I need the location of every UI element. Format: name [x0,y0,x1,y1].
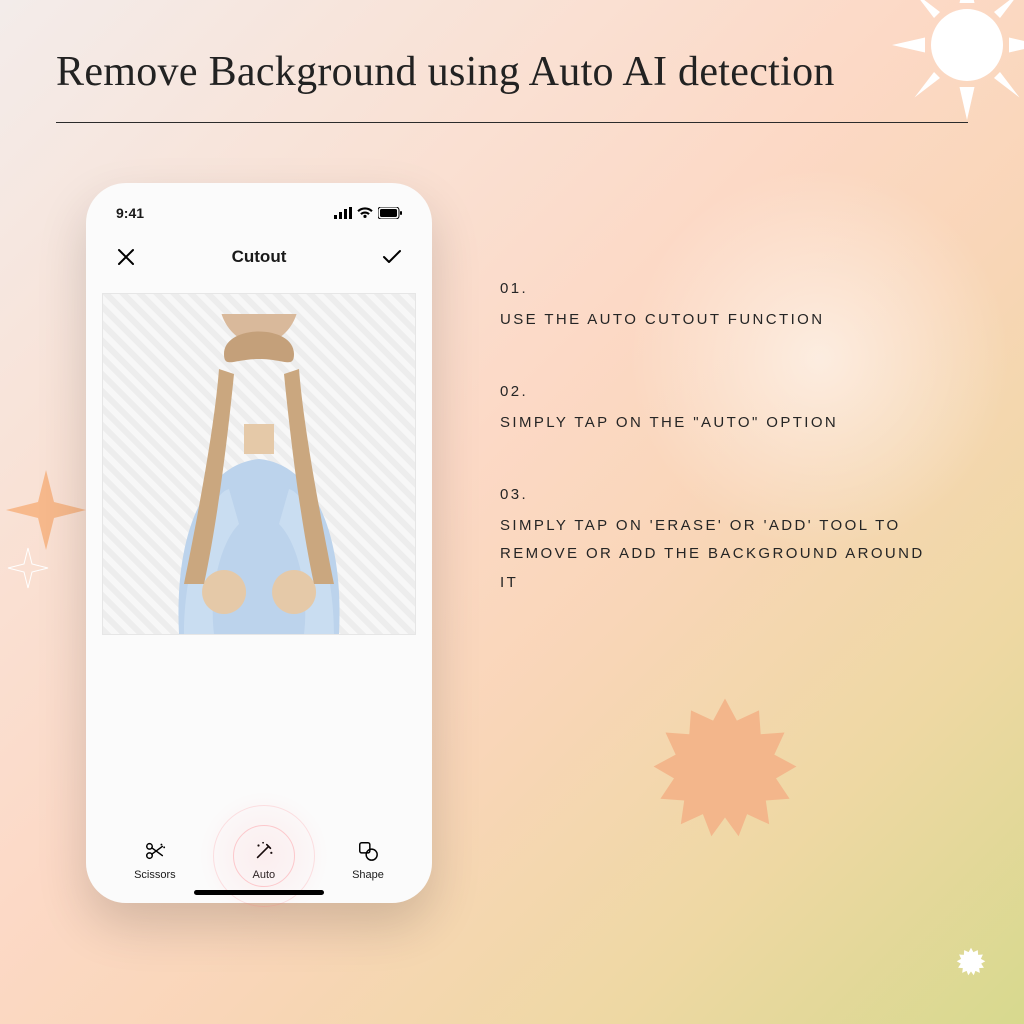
tool-label: Scissors [134,869,176,881]
status-indicators [334,207,402,219]
cellular-icon [334,207,352,219]
tool-auto[interactable]: Auto [252,839,276,881]
step-number: 02. [500,378,940,407]
step-item: 02. SIMPLY TAP ON THE "AUTO" OPTION [500,378,940,437]
app-topbar: Cutout [100,237,418,293]
steps-list: 01. USE THE AUTO CUTOUT FUNCTION 02. SIM… [500,275,940,641]
step-text: SIMPLY TAP ON THE "AUTO" OPTION [500,414,838,431]
bottom-toolbar: Scissors Auto Shape [86,839,432,881]
tutorial-card: Remove Background using Auto AI detectio… [0,0,1024,1024]
wifi-icon [357,207,373,219]
step-number: 03. [500,481,940,510]
status-bar: 9:41 [100,205,418,237]
step-number: 01. [500,275,940,304]
step-text: SIMPLY TAP ON 'ERASE' OR 'ADD' TOOL TO R… [500,517,925,591]
magic-wand-icon [252,839,276,863]
step-item: 01. USE THE AUTO CUTOUT FUNCTION [500,275,940,334]
dot-burst-icon [954,946,988,980]
page-title: Remove Background using Auto AI detectio… [56,48,968,96]
phone-mockup: 9:41 Cutout [86,183,432,903]
scissors-icon [143,839,167,863]
close-button[interactable] [112,243,140,271]
status-time: 9:41 [116,205,144,221]
topbar-title: Cutout [232,247,287,267]
step-text: USE THE AUTO CUTOUT FUNCTION [500,311,824,328]
tool-scissors[interactable]: Scissors [134,839,176,881]
shape-icon [356,839,380,863]
confirm-button[interactable] [378,243,406,271]
step-item: 03. SIMPLY TAP ON 'ERASE' OR 'ADD' TOOL … [500,481,940,597]
battery-icon [378,207,402,219]
person-cutout [124,314,394,634]
tool-label: Auto [253,869,276,881]
tool-label: Shape [352,869,384,881]
check-icon [382,249,402,265]
divider [56,122,968,123]
close-icon [117,248,135,266]
tool-shape[interactable]: Shape [352,839,384,881]
image-canvas[interactable] [102,293,416,635]
home-indicator [194,890,324,895]
